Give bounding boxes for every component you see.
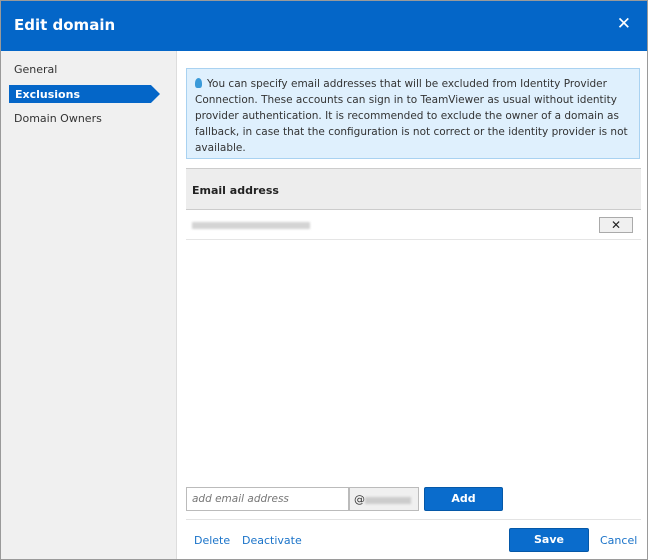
cancel-link[interactable]: Cancel — [600, 534, 637, 547]
sidebar-item-domain-owners[interactable]: Domain Owners — [14, 112, 102, 125]
save-button[interactable]: Save — [509, 528, 589, 552]
delete-link[interactable]: Delete — [194, 534, 230, 547]
sidebar: General Exclusions Domain Owners — [1, 51, 177, 559]
column-header-email: Email address — [186, 168, 641, 210]
edit-domain-dialog: Edit domain ✕ General Exclusions Domain … — [0, 0, 648, 560]
info-box: You can specify email addresses that wil… — [186, 68, 640, 159]
redacted-email — [192, 222, 310, 229]
add-button[interactable]: Add — [424, 487, 503, 511]
table-row: ✕ — [186, 210, 641, 240]
domain-suffix: @ — [349, 487, 419, 511]
deactivate-link[interactable]: Deactivate — [242, 534, 302, 547]
divider — [186, 519, 641, 520]
close-icon[interactable]: ✕ — [617, 14, 631, 34]
sidebar-item-exclusions[interactable]: Exclusions — [9, 85, 160, 103]
redacted-domain — [365, 496, 411, 504]
dialog-header: Edit domain ✕ — [1, 1, 647, 51]
info-text: You can specify email addresses that wil… — [195, 78, 628, 154]
dialog-title: Edit domain — [14, 16, 116, 34]
email-input[interactable]: add email address — [186, 487, 349, 511]
at-sign: @ — [354, 493, 365, 506]
sidebar-item-general[interactable]: General — [14, 63, 57, 76]
remove-exclusion-button[interactable]: ✕ — [599, 217, 633, 233]
lightbulb-icon — [195, 78, 202, 88]
